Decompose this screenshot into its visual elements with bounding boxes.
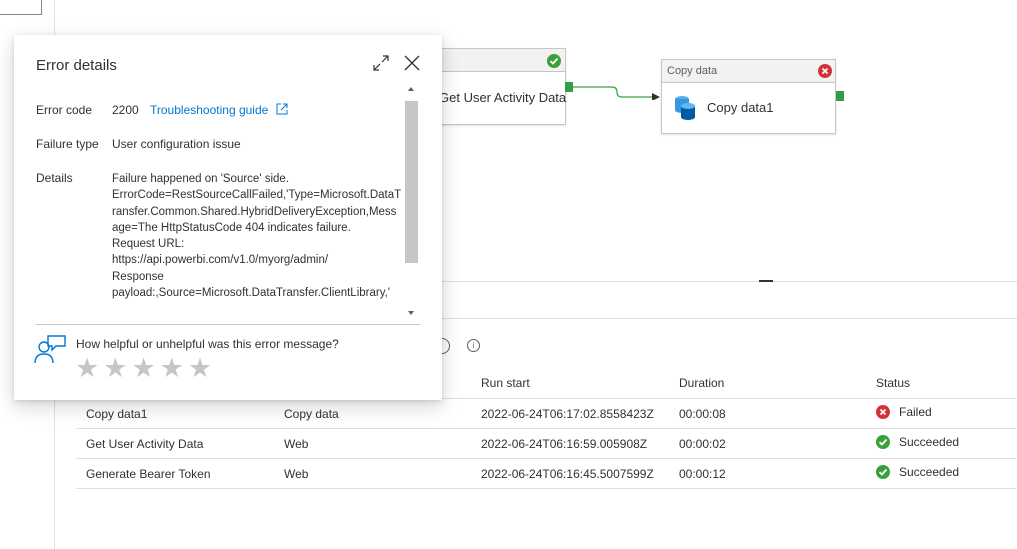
details-scrollbar[interactable] (405, 85, 418, 317)
activity-label: Copy data1 (707, 100, 774, 115)
success-check-icon (547, 54, 561, 68)
activity-name: Generate Bearer Token (86, 467, 211, 481)
details-line: Failure happened on 'Source' side. (112, 173, 290, 185)
status-cell: Succeeded (876, 465, 959, 479)
error-code-value: 2200 (112, 103, 139, 117)
duration: 00:00:08 (679, 407, 726, 421)
details-line: https://api.powerbi.com/v1.0/myorg/admin… (112, 254, 329, 267)
scroll-up-arrow-icon[interactable] (408, 87, 414, 91)
failed-x-icon (876, 405, 890, 419)
run-start: 2022-06-24T06:17:02.8558423Z (481, 407, 654, 421)
activity-label: Get User Activity Data (439, 90, 567, 105)
panel-title: Error details (36, 57, 117, 74)
star-rating[interactable]: ★ ★ ★ ★ ★ (75, 355, 212, 383)
activity-type: Web (284, 437, 309, 451)
table-row[interactable]: Get User Activity Data Web 2022-06-24T06… (76, 429, 1016, 459)
external-link-icon (276, 103, 288, 115)
tab-divider (440, 318, 1017, 319)
close-icon[interactable] (404, 55, 420, 71)
star-1-icon[interactable]: ★ (75, 355, 99, 383)
duration: 00:00:12 (679, 467, 726, 481)
error-details-panel: Error details Error code 2200 Troublesho… (14, 35, 442, 400)
activity-name: Get User Activity Data (86, 437, 204, 451)
scrollbar-thumb[interactable] (405, 101, 418, 263)
header-run-start[interactable]: Run start (481, 376, 530, 390)
success-check-icon (876, 435, 890, 449)
activity-name: Copy data1 (86, 407, 148, 421)
details-line: ransfer.Common.Shared.HybridDeliveryExce… (112, 205, 397, 218)
status-text: Failed (899, 405, 932, 419)
header-status[interactable]: Status (876, 376, 910, 390)
star-5-icon[interactable]: ★ (188, 355, 212, 383)
details-line: Response (112, 270, 164, 283)
feedback-question: How helpful or unhelpful was this error … (76, 337, 339, 351)
info-icon[interactable]: i (467, 339, 480, 352)
details-label: Details (36, 171, 73, 185)
expand-icon[interactable] (373, 55, 389, 71)
error-code-label: Error code (36, 103, 93, 117)
status-text: Succeeded (899, 435, 960, 449)
output-port[interactable] (836, 91, 844, 101)
error-x-icon (818, 64, 832, 78)
activity-get-user-activity-data[interactable]: Get User Activity Data (430, 48, 566, 125)
status-text: Succeeded (899, 465, 960, 479)
canvas-divider (440, 281, 1017, 282)
corner-control[interactable] (0, 0, 42, 15)
table-row[interactable]: Generate Bearer Token Web 2022-06-24T06:… (76, 459, 1016, 489)
star-4-icon[interactable]: ★ (160, 355, 184, 383)
troubleshooting-guide-link[interactable]: Troubleshooting guide (150, 103, 288, 117)
details-line: payload:,Source=Microsoft.DataTransfer.C… (112, 287, 390, 300)
adf-monitor-view: Get User Activity Data Copy data Copy da… (0, 0, 1017, 549)
scroll-down-arrow-icon[interactable] (408, 311, 414, 315)
link-text: Troubleshooting guide (150, 103, 269, 117)
failure-type-label: Failure type (36, 137, 99, 151)
header-duration[interactable]: Duration (679, 376, 724, 390)
details-line: age=The HttpStatusCode 404 indicates fai… (112, 221, 351, 234)
details-line: Request URL: (112, 238, 185, 251)
feedback-person-icon (34, 335, 66, 364)
status-cell: Succeeded (876, 435, 959, 449)
resize-handle[interactable] (759, 280, 773, 282)
run-start: 2022-06-24T06:16:45.5007599Z (481, 467, 654, 481)
status-cell[interactable]: Failed (876, 405, 932, 419)
activity-type: Web (284, 467, 309, 481)
dependency-connector (572, 86, 660, 100)
activity-copy-data1[interactable]: Copy data Copy data1 (661, 59, 836, 134)
activity-header (431, 49, 565, 72)
feedback-divider (36, 324, 420, 325)
table-row[interactable]: Copy data1 Copy data 2022-06-24T06:17:02… (76, 399, 1016, 429)
activity-type: Copy data (284, 407, 339, 421)
star-3-icon[interactable]: ★ (131, 355, 155, 383)
details-text: Failure happened on 'Source' side. Error… (112, 171, 402, 301)
activity-type-label: Copy data (667, 65, 718, 77)
star-2-icon[interactable]: ★ (103, 355, 127, 383)
copy-data-database-icon (675, 96, 695, 120)
run-start: 2022-06-24T06:16:59.005908Z (481, 437, 648, 451)
success-check-icon (876, 465, 890, 479)
details-line: ErrorCode=RestSourceCallFailed,'Type=Mic… (112, 189, 402, 202)
failure-type-value: User configuration issue (112, 137, 241, 151)
duration: 00:00:02 (679, 437, 726, 451)
